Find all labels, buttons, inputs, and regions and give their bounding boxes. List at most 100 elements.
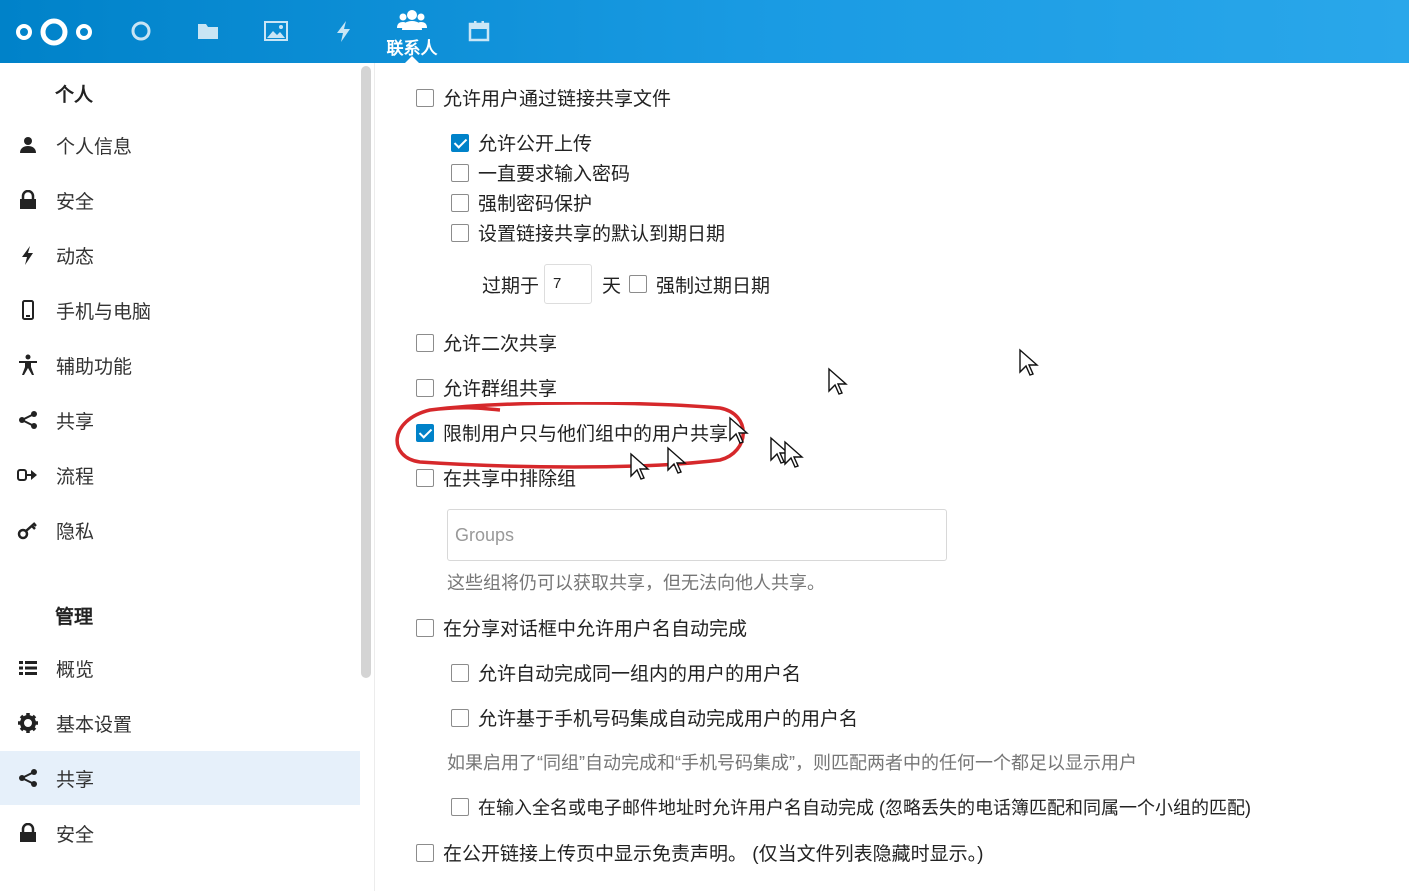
mouse-cursor-icon [828,367,848,395]
settings-sidebar: 个人 个人信息 安全 动态 手机与电脑 辅助功能 共享 流程 隐私 管理 概览 … [0,63,360,891]
always-ask-password-checkbox[interactable] [451,163,469,182]
groups-input[interactable] [448,510,946,560]
sidebar-item-activity[interactable]: 动态 [0,228,360,282]
sidebar-item-label: 共享 [56,769,95,791]
sidebar-item-security[interactable]: 安全 [0,173,360,227]
allow-public-upload-checkbox[interactable] [451,133,469,152]
expire-days-row: 过期于 7 天 强制过期日期 [482,264,770,304]
default-expire-label: 设置链接共享的默认到期日期 [478,224,726,245]
sidebar-item-personal-info[interactable]: 个人信息 [0,118,360,172]
sidebar-item-security-admin[interactable]: 安全 [0,806,360,860]
phone-icon [17,299,39,321]
disclaimer-checkbox[interactable] [416,843,434,862]
allow-link-share-checkbox[interactable] [416,88,434,107]
sidebar-item-overview[interactable]: 概览 [0,641,360,695]
share-icon [17,767,39,789]
highlight-ring-annotation [395,402,745,469]
files-icon[interactable] [193,16,223,46]
admin-heading: 管理 [55,607,94,628]
active-app-caret [405,56,419,63]
mouse-cursor-icon [1019,348,1039,376]
disclaimer-label: 在公开链接上传页中显示免责声明。 (仅当文件列表隐藏时显示。) [443,844,984,865]
default-expire-option[interactable]: 设置链接共享的默认到期日期 [451,219,725,246]
autocomplete-phone-label: 允许基于手机号码集成自动完成用户的用户名 [478,709,859,730]
enforce-expire-label[interactable]: 强制过期日期 [656,271,770,298]
mouse-cursor-icon [630,452,650,480]
sharing-settings-panel: 允许用户通过链接共享文件 允许公开上传 一直要求输入密码 强制密码保护 设置链接… [375,63,1409,891]
sidebar-item-label: 共享 [56,411,95,433]
share-icon [17,409,39,431]
autocomplete-fullmatch-option[interactable]: 在输入全名或电子邮件地址时允许用户名自动完成 (忽略丢失的电话簿匹配和同属一个小… [451,794,1251,820]
autocomplete-option[interactable]: 在分享对话框中允许用户名自动完成 [416,614,747,641]
groups-hint: 这些组将仍可以获取共享，但无法向他人共享。 [447,573,825,593]
allow-resharing-option[interactable]: 允许二次共享 [416,329,557,356]
autocomplete-fullmatch-label: 在输入全名或电子邮件地址时允许用户名自动完成 (忽略丢失的电话簿匹配和同属一个小… [478,798,1251,818]
sidebar-item-label: 辅助功能 [56,356,133,378]
logo-icon[interactable] [14,16,94,53]
sidebar-item-privacy[interactable]: 隐私 [0,503,360,557]
key-icon [17,519,39,541]
sidebar-item-label: 基本设置 [56,714,133,736]
autocomplete-fullmatch-checkbox[interactable] [451,798,469,816]
activity-icon[interactable] [329,16,359,46]
sidebar-item-flow[interactable]: 流程 [0,448,360,502]
expire-unit: 天 [602,275,622,297]
mouse-cursor-icon [784,440,804,468]
allow-link-share-option[interactable]: 允许用户通过链接共享文件 [416,84,671,111]
default-expire-checkbox[interactable] [451,223,469,242]
sidebar-item-mobile-desktop[interactable]: 手机与电脑 [0,283,360,337]
calendar-icon[interactable] [464,16,494,46]
allow-resharing-checkbox[interactable] [416,333,434,352]
autocomplete-group-option[interactable]: 允许自动完成同一组内的用户的用户名 [451,659,801,686]
enforce-expire-checkbox[interactable] [629,275,648,293]
enforce-password-option[interactable]: 强制密码保护 [451,189,592,216]
gear-icon [17,712,39,734]
allow-group-sharing-checkbox[interactable] [416,378,434,397]
allow-public-upload-label: 允许公开上传 [478,134,593,155]
autocomplete-phone-option[interactable]: 允许基于手机号码集成自动完成用户的用户名 [451,704,858,731]
sidebar-item-sharing-personal[interactable]: 共享 [0,393,360,447]
disclaimer-option[interactable]: 在公开链接上传页中显示免责声明。 (仅当文件列表隐藏时显示。) [416,839,983,866]
lock-icon [17,822,39,844]
sidebar-item-label: 概览 [56,659,95,681]
autocomplete-label: 在分享对话框中允许用户名自动完成 [443,619,748,640]
allow-public-upload-option[interactable]: 允许公开上传 [451,129,592,156]
user-icon [17,134,39,156]
sidebar-item-label: 安全 [56,824,95,846]
photos-icon[interactable] [261,16,291,46]
mouse-cursor-icon [667,446,687,474]
always-ask-password-option[interactable]: 一直要求输入密码 [451,159,630,186]
allow-group-sharing-option[interactable]: 允许群组共享 [416,374,557,401]
autocomplete-checkbox[interactable] [416,618,434,637]
top-bar: 联系人 [0,0,1409,63]
activity-icon [17,244,39,266]
autocomplete-group-checkbox[interactable] [451,663,469,682]
sidebar-item-label: 流程 [56,466,95,488]
sidebar-item-basic-settings[interactable]: 基本设置 [0,696,360,750]
contacts-icon[interactable] [397,6,427,36]
personal-heading: 个人 [55,85,94,106]
sidebar-item-label: 手机与电脑 [56,301,152,323]
autocomplete-group-label: 允许自动完成同一组内的用户的用户名 [478,664,802,685]
list-icon [17,657,39,679]
groups-select[interactable] [447,509,947,561]
sidebar-item-label: 隐私 [56,521,95,543]
expire-prefix: 过期于 [482,275,540,297]
expire-days-input[interactable]: 7 [544,264,593,304]
always-ask-password-label: 一直要求输入密码 [478,164,631,185]
allow-group-sharing-label: 允许群组共享 [443,379,558,400]
autocomplete-hint: 如果启用了“同组”自动完成和“手机号码集成”，则匹配两者中的任何一个都足以显示用… [447,753,1137,773]
accessibility-icon [17,354,39,376]
dashboard-icon[interactable] [126,16,156,46]
mouse-cursor-icon [729,416,749,444]
allow-resharing-label: 允许二次共享 [443,334,558,355]
sidebar-item-accessibility[interactable]: 辅助功能 [0,338,360,392]
enforce-password-label: 强制密码保护 [478,194,593,215]
sidebar-scrollbar[interactable] [361,66,371,678]
sidebar-item-label: 动态 [56,246,95,268]
flow-icon [17,464,39,486]
autocomplete-phone-checkbox[interactable] [451,708,469,727]
sidebar-item-sharing-admin[interactable]: 共享 [0,751,360,805]
lock-icon [17,189,39,211]
enforce-password-checkbox[interactable] [451,193,469,212]
